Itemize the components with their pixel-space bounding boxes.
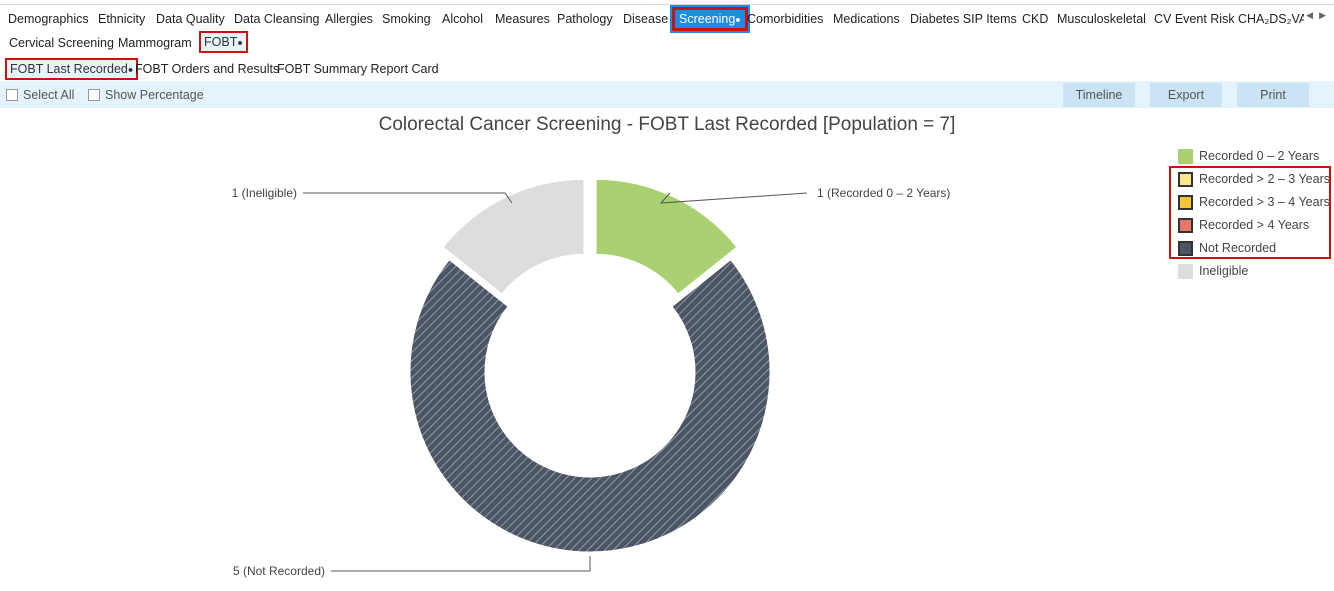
- checkbox-box[interactable]: [88, 89, 100, 101]
- pie-slice-not-recorded[interactable]: [409, 259, 771, 553]
- tab-disease[interactable]: Disease: [623, 8, 668, 30]
- show-percentage-label: Show Percentage: [105, 88, 204, 102]
- legend-swatch: [1178, 148, 1193, 164]
- tab-ckd[interactable]: CKD: [1022, 8, 1048, 30]
- report-tab-fobt-summary-card[interactable]: FOBT Summary Report Card: [277, 60, 439, 78]
- active-dot-icon: ●: [735, 14, 741, 25]
- subtab-fobt[interactable]: FOBT●: [199, 31, 248, 53]
- data-label-connector: [659, 192, 808, 204]
- subtab-fobt-label: FOBT: [204, 35, 238, 49]
- subtab-cervical-screening[interactable]: Cervical Screening: [9, 34, 114, 52]
- pie-slice-recorded-0-2-years[interactable]: [595, 178, 738, 295]
- report-tab-label: FOBT Last Recorded: [10, 62, 128, 76]
- legend-item[interactable]: Ineligible: [1178, 263, 1248, 279]
- select-all-checkbox[interactable]: Select All: [6, 88, 74, 102]
- tab-cha2ds2va[interactable]: CHA₂DS₂VA: [1238, 8, 1304, 30]
- report-tab-fobt-orders-results[interactable]: FOBT Orders and Results: [135, 60, 279, 78]
- tab-measures[interactable]: Measures: [495, 8, 550, 30]
- tab-musculoskeletal[interactable]: Musculoskeletal: [1057, 8, 1146, 30]
- tab-screening-label: Screening: [679, 12, 736, 26]
- tab-allergies[interactable]: Allergies: [325, 8, 373, 30]
- tab-pathology[interactable]: Pathology: [557, 8, 613, 30]
- legend-label: Recorded 0 – 2 Years: [1199, 149, 1320, 163]
- data-label: 5 (Not Recorded): [233, 564, 325, 578]
- tab-data-quality[interactable]: Data Quality: [156, 8, 225, 30]
- legend-label: Ineligible: [1199, 264, 1249, 278]
- print-button[interactable]: Print: [1237, 83, 1309, 107]
- tab-cv-event-risk[interactable]: CV Event Risk: [1154, 8, 1235, 30]
- report-tab-fobt-last-recorded[interactable]: FOBT Last Recorded●: [5, 58, 139, 80]
- tab-smoking[interactable]: Smoking: [382, 8, 431, 30]
- pie-slice-ineligible[interactable]: [442, 178, 585, 295]
- active-dot-icon: ●: [127, 64, 134, 75]
- legend-item[interactable]: Recorded 0 – 2 Years: [1178, 148, 1319, 164]
- chart-title: Colorectal Cancer Screening - FOBT Last …: [378, 114, 956, 135]
- export-button[interactable]: Export: [1150, 83, 1222, 107]
- legend-swatch: [1178, 263, 1193, 279]
- data-label-connector: [331, 556, 591, 572]
- data-label: 1 (Recorded 0 – 2 Years): [817, 186, 950, 200]
- subtab-mammogram[interactable]: Mammogram: [118, 34, 192, 52]
- chart-toolbar: Select All Show Percentage Timeline Expo…: [0, 81, 1334, 108]
- timeline-button[interactable]: Timeline: [1063, 83, 1135, 107]
- show-percentage-checkbox[interactable]: Show Percentage: [88, 88, 204, 102]
- legend-highlight-box: [1169, 166, 1331, 259]
- data-label-connector: [303, 192, 513, 204]
- tab-data-cleansing[interactable]: Data Cleansing: [234, 8, 319, 30]
- tab-alcohol[interactable]: Alcohol: [442, 8, 483, 30]
- tab-ethnicity[interactable]: Ethnicity: [98, 8, 145, 30]
- tab-scroll-arrows-icon[interactable]: ◀▶: [1306, 10, 1332, 21]
- active-dot-icon: ●: [237, 37, 243, 48]
- tab-screening[interactable]: Screening●: [672, 7, 748, 31]
- tab-medications[interactable]: Medications: [833, 8, 900, 30]
- tab-comorbidities[interactable]: Comorbidities: [747, 8, 823, 30]
- main-tab-bar: Demographics Ethnicity Data Quality Data…: [0, 4, 1334, 31]
- checkbox-box[interactable]: [6, 89, 18, 101]
- data-label: 1 (Ineligible): [232, 186, 297, 200]
- select-all-label: Select All: [23, 88, 75, 102]
- tab-demographics[interactable]: Demographics: [8, 8, 89, 30]
- tab-diabetes-sip-items[interactable]: Diabetes SIP Items: [910, 8, 1017, 30]
